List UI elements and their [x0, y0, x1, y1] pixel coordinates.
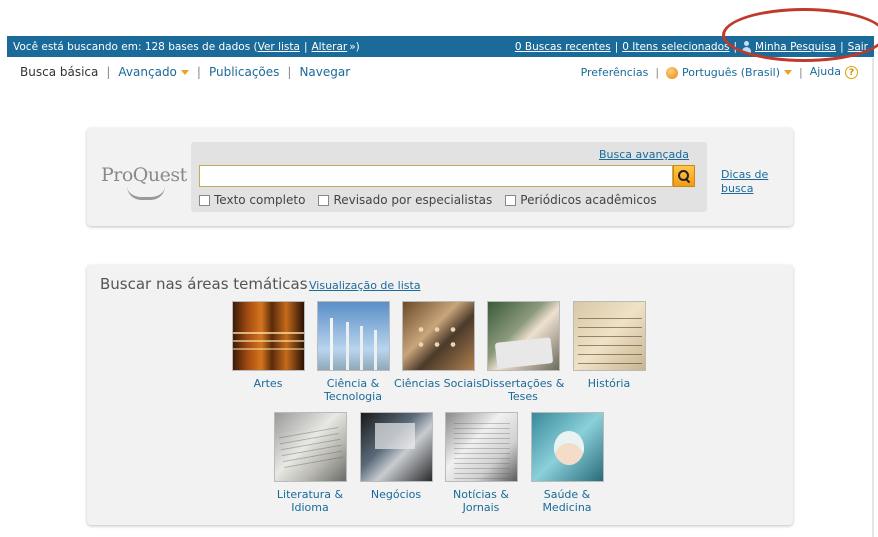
language-label: Português (Brasil) [682, 65, 780, 79]
subject-label[interactable]: Ciência & Tecnologia [308, 377, 398, 403]
subject-tile-saude[interactable]: Saúde & Medicina [522, 412, 612, 514]
nav-advanced-label: Avançado [118, 65, 177, 79]
subject-tile-ciencia[interactable]: Ciência & Tecnologia [308, 301, 398, 403]
change-databases-link[interactable]: Alterar [312, 41, 348, 53]
checkbox[interactable] [505, 194, 517, 206]
old-manuscript-image[interactable] [572, 301, 646, 371]
my-research-link[interactable]: Minha Pesquisa [755, 41, 836, 53]
advanced-search-link[interactable]: Busca avançada [599, 148, 689, 161]
top-bar: Você está buscando em: 128 bases de dado… [7, 36, 874, 57]
nav-advanced[interactable]: Avançado [118, 65, 189, 79]
nav-publications[interactable]: Publicações [209, 65, 279, 79]
nav-separator: | [799, 65, 803, 79]
separator: | [303, 40, 308, 53]
crowd-image[interactable] [401, 301, 475, 371]
utility-nav: Preferências | Português (Brasil) | Ajud… [581, 64, 858, 80]
logo-text: ProQuest [101, 164, 187, 186]
filter-full-text[interactable]: Texto completo [199, 193, 305, 207]
meeting-image[interactable] [359, 412, 433, 482]
help-link[interactable]: Ajuda? [810, 65, 858, 80]
checkbox[interactable] [318, 194, 330, 206]
nav-separator: | [287, 65, 292, 79]
subject-tile-ciencias-sociais[interactable]: Ciências Sociais [393, 301, 483, 390]
surgeon-image[interactable] [530, 412, 604, 482]
subject-label[interactable]: Dissertações & Teses [478, 377, 568, 403]
filter-label: Texto completo [214, 193, 306, 207]
student-laptop-image[interactable] [486, 301, 560, 371]
wind-turbines-image[interactable] [316, 301, 390, 371]
searching-databases-text: Você está buscando em: 128 bases de dado… [13, 40, 258, 53]
logout-link[interactable]: Sair [848, 41, 868, 53]
proquest-logo: ProQuest [101, 164, 191, 204]
search-icon [678, 170, 690, 182]
open-book-image[interactable] [273, 412, 347, 482]
globe-icon [666, 66, 679, 79]
chevron-down-icon [784, 70, 792, 75]
selected-items-link[interactable]: 0 Itens selecionados [622, 41, 729, 53]
logo-swoosh-icon [127, 186, 165, 200]
filter-scholarly-journals[interactable]: Periódicos acadêmicos [505, 193, 657, 207]
search-filters: Texto completo Revisado por especialista… [199, 193, 670, 207]
nav-basic-search[interactable]: Busca básica [20, 65, 98, 79]
filter-label: Revisado por especialistas [333, 193, 493, 207]
change-suffix: ») [349, 40, 360, 53]
separator: | [840, 40, 844, 53]
search-button[interactable] [673, 165, 695, 187]
main-nav: Busca básica | Avançado | Publicações | … [20, 64, 350, 80]
subject-label[interactable]: Ciências Sociais [393, 377, 483, 390]
scrollbar-track[interactable] [872, 58, 874, 537]
user-icon [741, 40, 752, 53]
checkbox[interactable] [199, 194, 210, 206]
search-input[interactable] [199, 165, 673, 187]
subject-label[interactable]: Literatura & Idioma [265, 488, 355, 514]
subject-tile-noticias[interactable]: Notícias & Jornais [436, 412, 526, 514]
help-icon: ? [845, 66, 858, 80]
subject-label[interactable]: Notícias & Jornais [436, 488, 526, 514]
subject-label[interactable]: Negócios [351, 488, 441, 501]
subject-label[interactable]: Saúde & Medicina [522, 488, 612, 514]
separator: | [733, 40, 738, 53]
list-view-link[interactable]: Visualização de lista [309, 279, 421, 292]
subject-label[interactable]: História [564, 377, 654, 390]
subject-label[interactable]: Artes [223, 377, 313, 390]
recent-searches-link[interactable]: 0 Buscas recentes [515, 41, 611, 53]
nav-separator: | [196, 65, 201, 79]
subject-areas-title: Buscar nas áreas temáticas [100, 275, 308, 293]
filter-label: Periódicos acadêmicos [520, 193, 657, 207]
language-selector[interactable]: Português (Brasil) [666, 66, 792, 79]
search-panel: ProQuest Busca avançada Texto completo R… [87, 128, 793, 226]
subject-tile-dissertacoes[interactable]: Dissertações & Teses [478, 301, 568, 403]
search-box: Busca avançada Texto completo Revisado p… [191, 142, 707, 212]
preferences-link[interactable]: Preferências [581, 66, 649, 79]
subject-tile-literatura[interactable]: Literatura & Idioma [265, 412, 355, 514]
subject-tile-artes[interactable]: Artes [223, 301, 313, 390]
violins-image[interactable] [231, 301, 305, 371]
view-list-link[interactable]: Ver lista [258, 41, 300, 53]
nav-browse[interactable]: Navegar [299, 65, 350, 79]
search-tips-link[interactable]: Dicas de busca [721, 168, 781, 196]
chevron-down-icon [180, 70, 189, 75]
help-label: Ajuda [809, 64, 841, 78]
nav-separator: | [655, 65, 660, 79]
subject-tile-historia[interactable]: História [564, 301, 654, 390]
nav-separator: | [106, 65, 111, 79]
subject-tile-negocios[interactable]: Negócios [351, 412, 441, 501]
newspaper-image[interactable] [444, 412, 518, 482]
subject-areas-panel: Buscar nas áreas temáticas Visualização … [87, 265, 793, 525]
separator: | [614, 40, 619, 53]
filter-peer-reviewed[interactable]: Revisado por especialistas [318, 193, 492, 207]
